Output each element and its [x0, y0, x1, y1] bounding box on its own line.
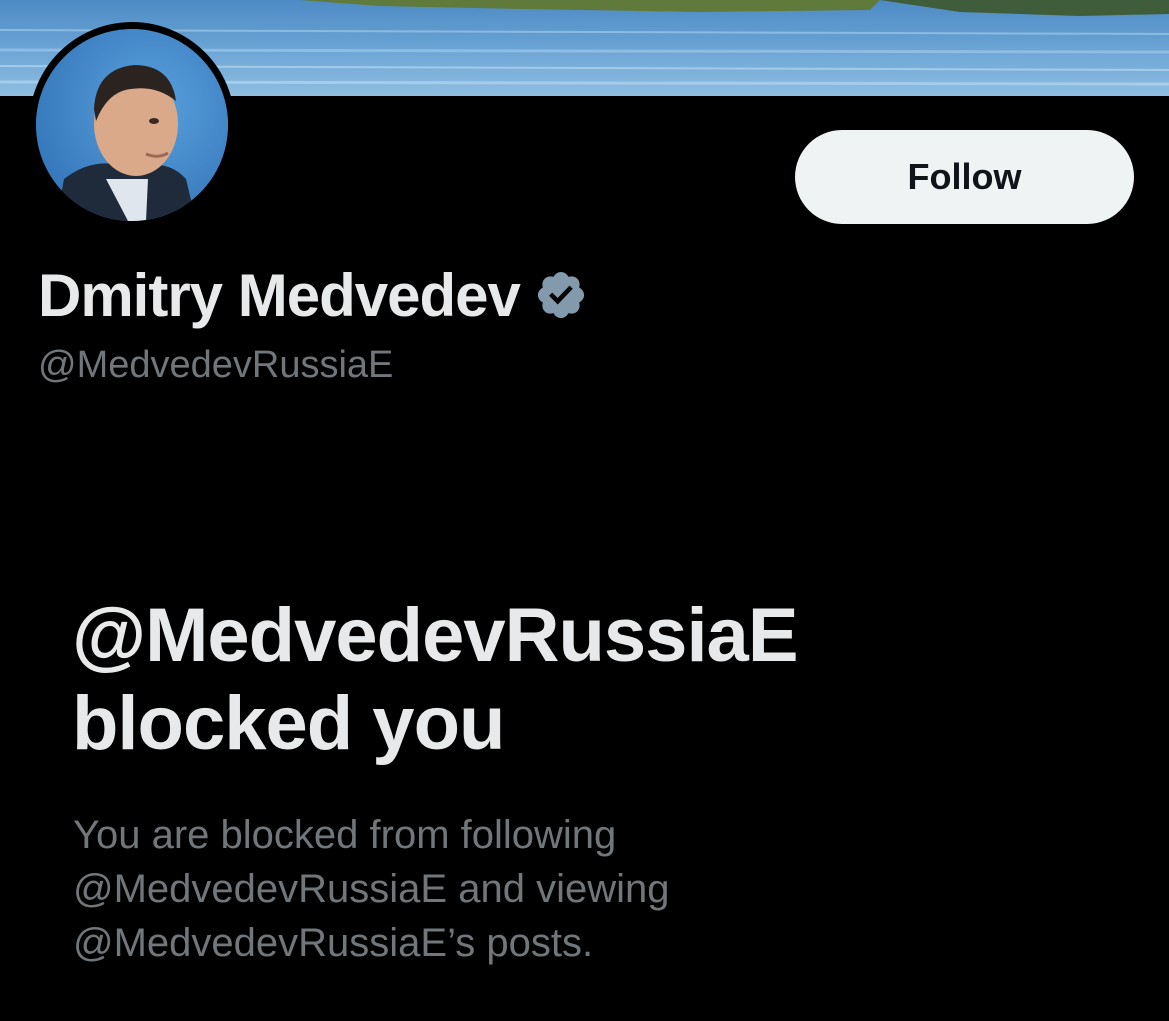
blocked-desc-line: You are blocked from following — [73, 813, 617, 857]
blocked-title-text: blocked you — [72, 681, 505, 766]
profile-photo — [36, 29, 228, 221]
profile-name-row: Dmitry Medvedev — [38, 260, 588, 330]
blocked-desc-line: @MedvedevRussiaE’s posts. — [73, 921, 594, 965]
avatar[interactable] — [36, 29, 228, 221]
profile-handle: @MedvedevRussiaE — [38, 344, 394, 386]
blocked-description: You are blocked from following @Medvedev… — [73, 808, 1073, 970]
verified-badge-icon[interactable] — [534, 268, 588, 322]
blocked-title-handle: @MedvedevRussiaE — [72, 593, 799, 678]
follow-button[interactable]: Follow — [795, 130, 1134, 224]
display-name: Dmitry Medvedev — [38, 261, 521, 329]
avatar-frame[interactable] — [29, 22, 235, 228]
blocked-desc-line: @MedvedevRussiaE and viewing — [73, 867, 670, 911]
blocked-title: @MedvedevRussiaE blocked you — [72, 592, 1072, 768]
